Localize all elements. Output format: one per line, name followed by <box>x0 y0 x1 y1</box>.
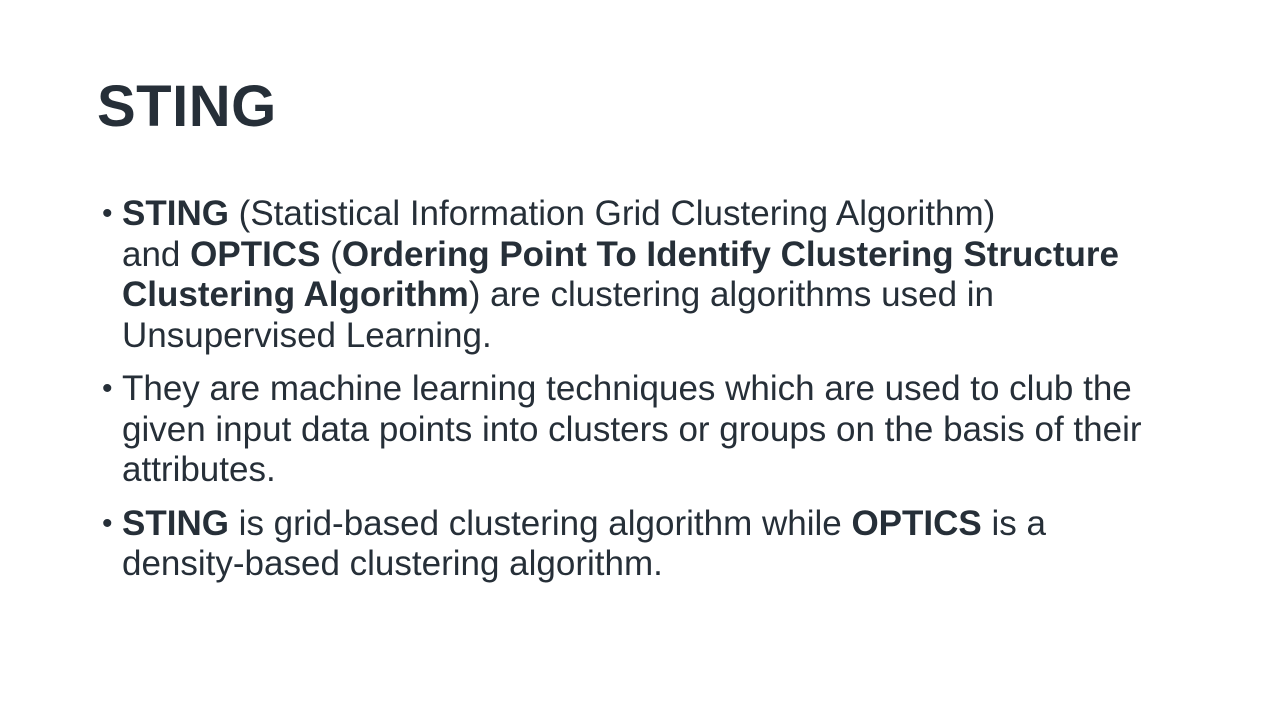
bullet-list: • STING (Statistical Information Grid Cl… <box>100 194 1160 598</box>
bullet-item-3: • STING is grid-based clustering algorit… <box>100 504 1160 585</box>
bullet-text-segment: STING <box>122 194 229 233</box>
bullet-text-segment: They are machine learning techniques whi… <box>122 369 1142 489</box>
bullet-dot: • <box>102 372 113 405</box>
bullet-item-2: • They are machine learning techniques w… <box>100 369 1160 491</box>
bullet-dot: • <box>102 506 113 540</box>
bullet-text-segment: OPTICS <box>851 503 982 543</box>
bullet-text-segment: STING <box>122 503 229 543</box>
bullet-text-segment: (Statistical Information Grid Clustering… <box>228 194 996 233</box>
bullet-text-segment: and <box>122 234 191 274</box>
bullet-text-segment: is grid-based clustering algorithm while <box>228 503 852 543</box>
bullet-item-1: • STING (Statistical Information Grid Cl… <box>100 194 1160 356</box>
bullet-dot: • <box>102 197 113 230</box>
bullet-text-segment: OPTICS <box>190 234 321 274</box>
slide-title: STING <box>97 74 277 139</box>
slide: STING • STING (Statistical Information G… <box>0 0 1280 720</box>
bullet-text-segment: ( <box>320 234 342 274</box>
